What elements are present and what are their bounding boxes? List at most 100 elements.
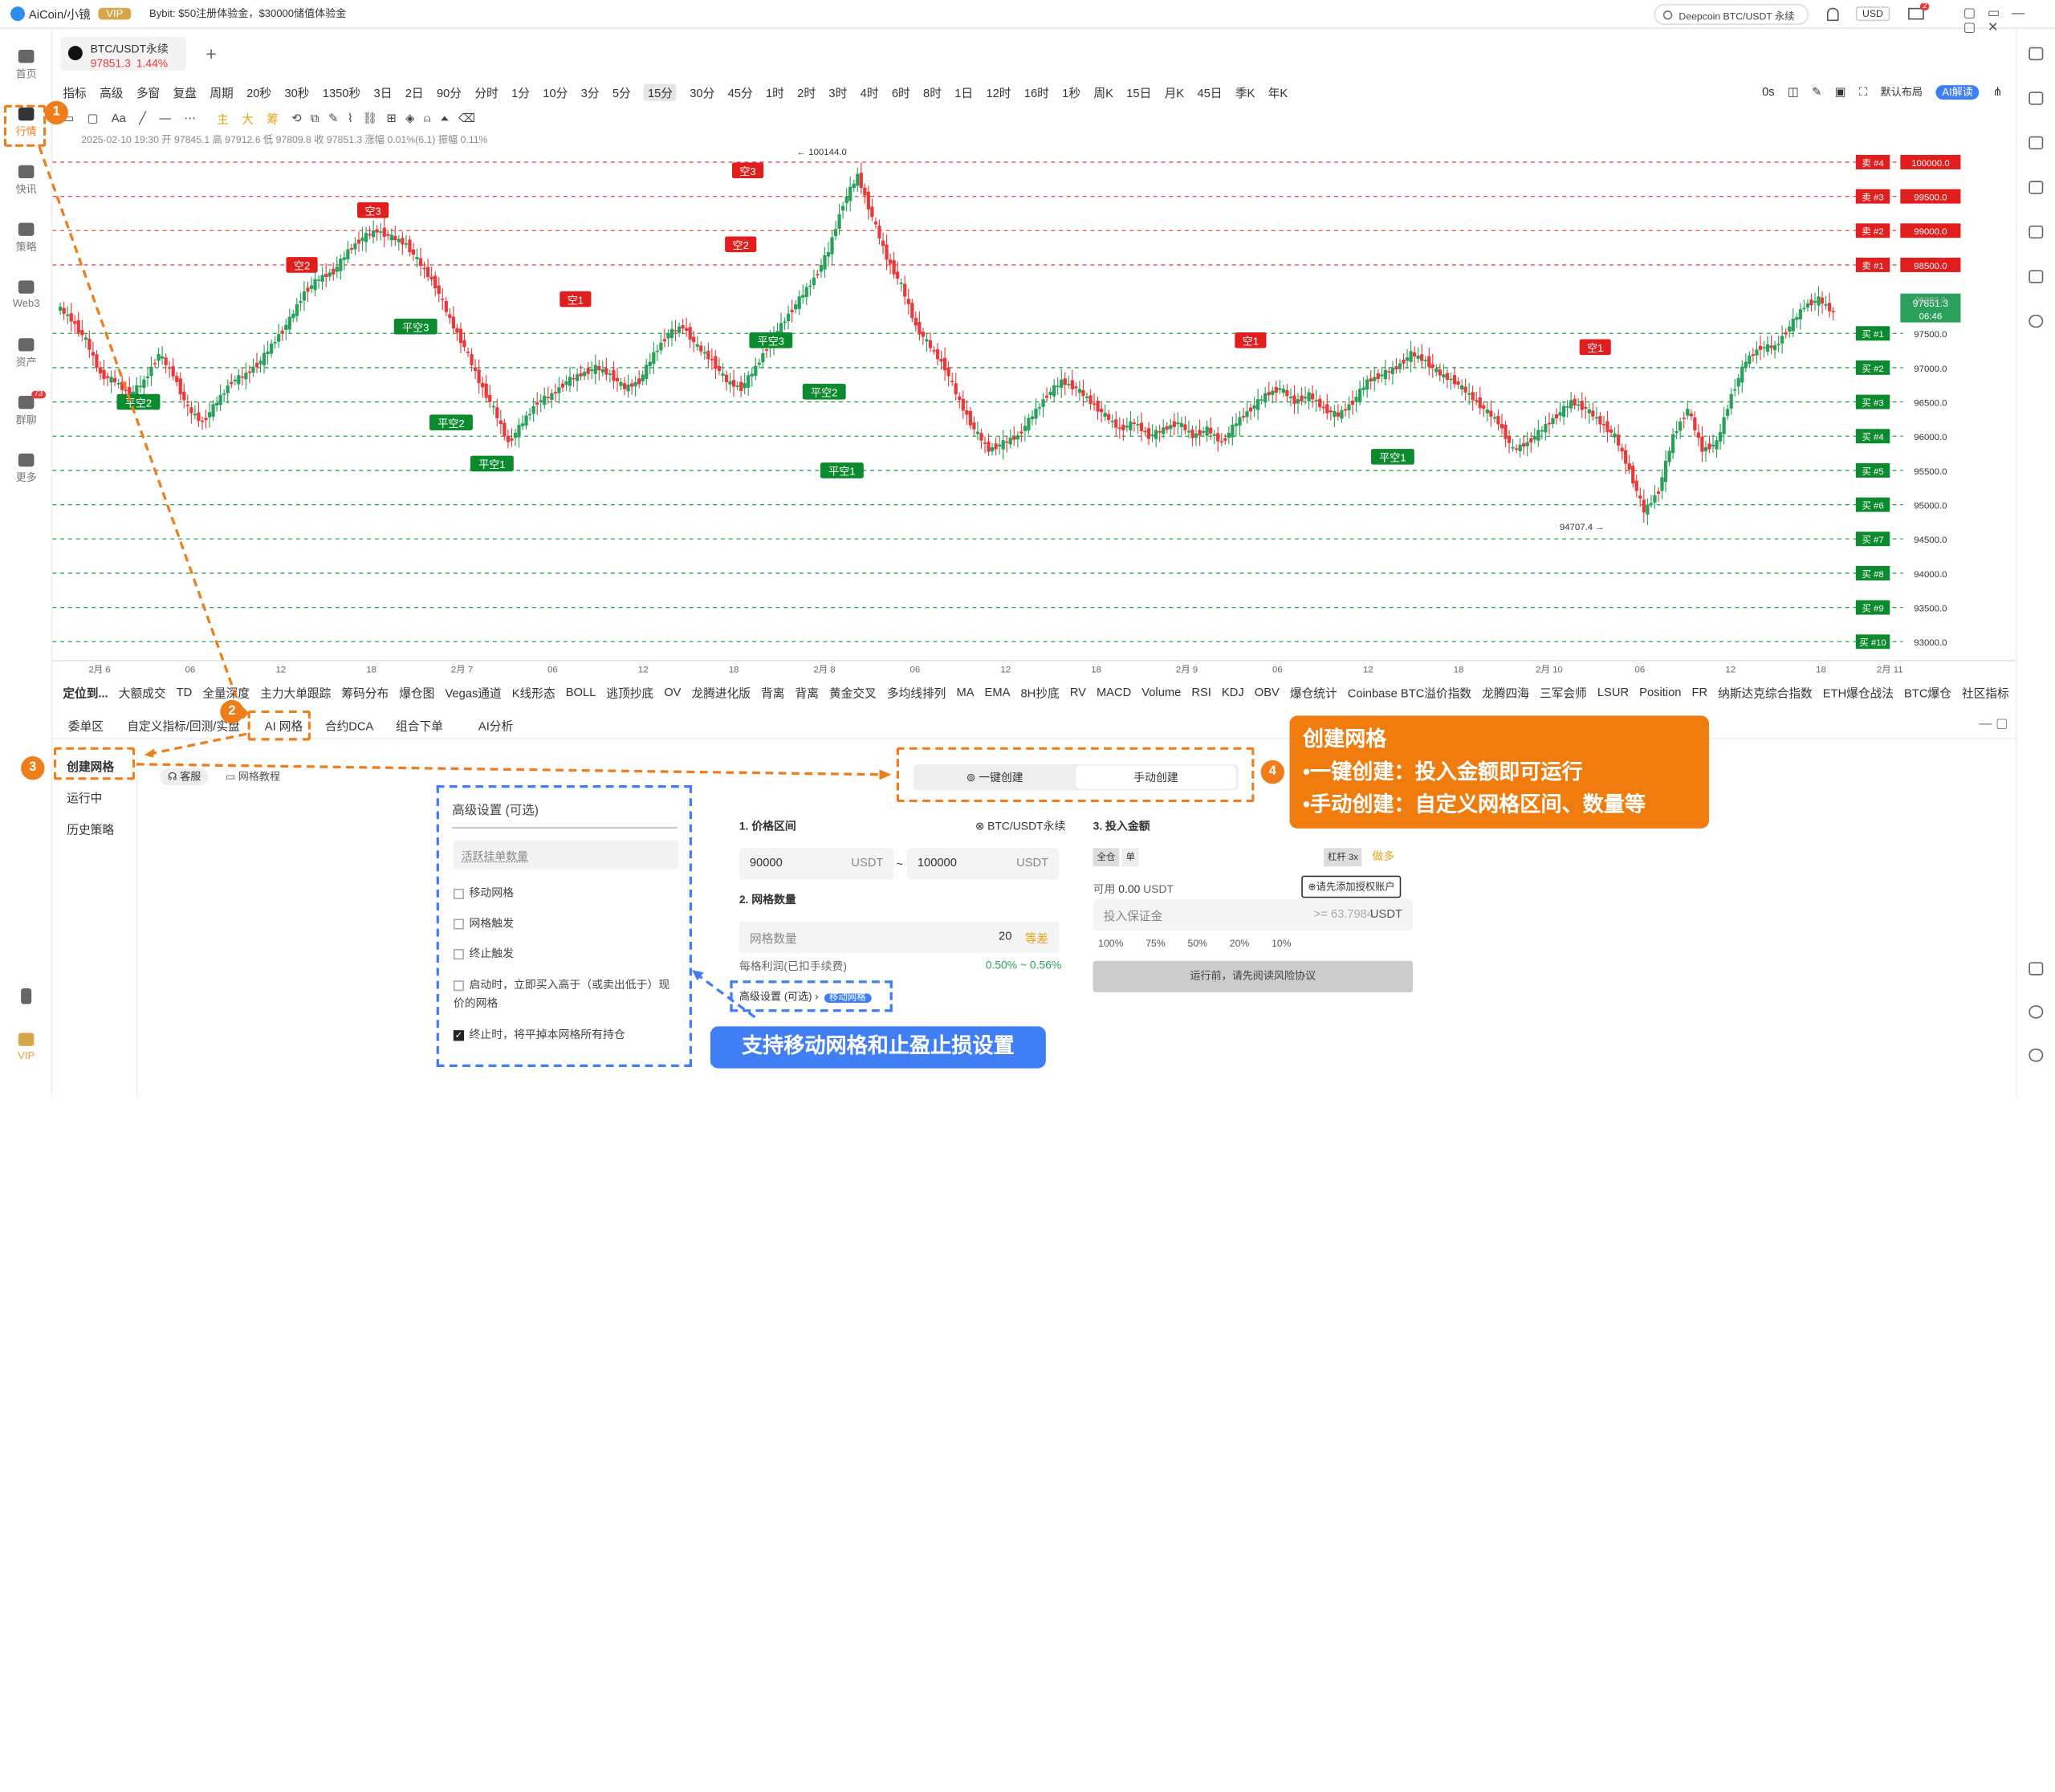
timeframe-34[interactable]: 年K bbox=[1268, 83, 1288, 100]
percent-0[interactable]: 100% bbox=[1098, 937, 1123, 949]
indicator-0[interactable]: 定位到... bbox=[63, 683, 108, 700]
price-high-input[interactable]: 100000 USDT bbox=[906, 848, 1060, 880]
opt-move-grid[interactable]: 移动网格 bbox=[453, 885, 514, 901]
grid-count-input[interactable]: 网格数量 20 等差 bbox=[739, 921, 1060, 953]
timeframe-10[interactable]: 90分 bbox=[437, 83, 462, 100]
opt-grid-trigger[interactable]: 网格触发 bbox=[453, 915, 514, 931]
candlestick-chart[interactable]: ← 100144.0 94707.4 → 平空2 空2 空3 平空3 平空2 平空1 空1 空3 空… bbox=[52, 141, 2016, 682]
timeframe-20[interactable]: 2时 bbox=[797, 83, 816, 100]
panel-tab-5[interactable]: AI分析 bbox=[478, 717, 513, 734]
opt-buy-on-start[interactable]: 启动时，立即买入高于（或卖出低于）现价的网格 bbox=[453, 975, 677, 1012]
panel-tab-4[interactable]: 组合下单 bbox=[396, 717, 443, 734]
main-chip[interactable]: 主 bbox=[217, 109, 229, 126]
big-chip[interactable]: 大 bbox=[242, 109, 254, 126]
indicator-20[interactable]: RV bbox=[1070, 686, 1086, 698]
indicator-31[interactable]: Position bbox=[1639, 686, 1681, 698]
rect-icon[interactable]: ▢ bbox=[87, 111, 99, 125]
panel-tab-3[interactable]: 合约DCA bbox=[325, 717, 373, 734]
margin-input[interactable]: 投入保证金 >= 63.7984 USDT bbox=[1093, 898, 1413, 931]
margin-single-button[interactable]: 单 bbox=[1121, 848, 1139, 867]
indicator-8[interactable]: K线形态 bbox=[512, 683, 555, 700]
timeframe-22[interactable]: 4时 bbox=[861, 83, 879, 100]
dots-icon[interactable]: ⋯ bbox=[184, 111, 196, 125]
grid-mode-select[interactable]: 等差 bbox=[1025, 930, 1048, 947]
layout-select[interactable]: 默认布局 bbox=[1881, 84, 1923, 99]
leverage-button[interactable]: 杠杆 3x bbox=[1323, 848, 1362, 867]
timeframe-21[interactable]: 3时 bbox=[828, 83, 847, 100]
share-icon[interactable]: ⋔ bbox=[1992, 84, 2002, 99]
wallet-side-icon[interactable] bbox=[2029, 270, 2044, 283]
indicator-11[interactable]: OV bbox=[664, 686, 681, 698]
expand-icon[interactable] bbox=[2029, 47, 2044, 61]
timeframe-13[interactable]: 10分 bbox=[543, 83, 568, 100]
advanced-link[interactable]: 高级设置 (可选) › 移动网格 bbox=[730, 980, 893, 1012]
percent-3[interactable]: 20% bbox=[1230, 937, 1250, 949]
stop-trigger-checkbox[interactable] bbox=[453, 948, 464, 959]
pen-icon[interactable]: ✎ bbox=[1812, 84, 1821, 99]
calc-icon[interactable] bbox=[2029, 225, 2044, 239]
indicator-1[interactable]: 大额成交 bbox=[119, 683, 166, 700]
indicator-16[interactable]: 多均线排列 bbox=[887, 683, 946, 700]
indicator-34[interactable]: ETH爆仓战法 bbox=[1823, 683, 1894, 700]
indicator-25[interactable]: OBV bbox=[1255, 686, 1280, 698]
indicator-28[interactable]: 龙腾四海 bbox=[1482, 683, 1529, 700]
indicator-3[interactable]: 全量深度 bbox=[202, 683, 250, 700]
close-on-stop-checkbox[interactable]: ✓ bbox=[453, 1029, 464, 1041]
move-grid-checkbox[interactable] bbox=[453, 888, 464, 899]
brand-name[interactable]: AiCoin/小镜 bbox=[29, 6, 91, 22]
help-icon[interactable] bbox=[2029, 1049, 2044, 1062]
timeframe-7[interactable]: 1350秒 bbox=[323, 83, 360, 100]
text-tool-icon[interactable]: Aa bbox=[112, 112, 126, 124]
margin-full-button[interactable]: 全仓 bbox=[1093, 848, 1120, 867]
timeframe-19[interactable]: 1时 bbox=[766, 83, 784, 100]
nav-strategy[interactable]: 策略 bbox=[0, 222, 52, 255]
indicator-4[interactable]: 主力大单跟踪 bbox=[260, 683, 331, 700]
nav-web3[interactable]: Web3 bbox=[0, 280, 52, 309]
timeframe-11[interactable]: 分时 bbox=[474, 83, 498, 100]
book-icon[interactable] bbox=[2029, 136, 2044, 150]
timeframe-29[interactable]: 周K bbox=[1093, 83, 1113, 100]
vip-badge[interactable]: VIP bbox=[98, 7, 132, 20]
indicator-7[interactable]: Vegas通道 bbox=[445, 683, 501, 700]
nav-more[interactable]: 更多 bbox=[0, 453, 52, 485]
chip-chip[interactable]: 筹 bbox=[267, 109, 279, 126]
percent-2[interactable]: 50% bbox=[1188, 937, 1208, 949]
timeframe-0[interactable]: 指标 bbox=[63, 83, 86, 100]
active-orders-input[interactable]: 活跃挂单数量 bbox=[453, 840, 679, 870]
window-icon[interactable]: ▣ bbox=[1835, 84, 1846, 99]
timeframe-17[interactable]: 30分 bbox=[690, 83, 714, 100]
timeframe-23[interactable]: 6时 bbox=[892, 83, 910, 100]
indicator-26[interactable]: 爆仓统计 bbox=[1290, 683, 1337, 700]
menu-history[interactable]: 历史策略 bbox=[67, 821, 114, 837]
indicator-9[interactable]: BOLL bbox=[566, 686, 596, 698]
timeframe-18[interactable]: 45分 bbox=[728, 83, 753, 100]
timeframe-6[interactable]: 30秒 bbox=[284, 83, 309, 100]
timeframe-31[interactable]: 月K bbox=[1165, 83, 1185, 100]
timeframe-5[interactable]: 20秒 bbox=[246, 83, 271, 100]
timeframe-14[interactable]: 3分 bbox=[581, 83, 600, 100]
timeframe-12[interactable]: 1分 bbox=[511, 83, 530, 100]
indicator-5[interactable]: 筹码分布 bbox=[341, 683, 389, 700]
hline-icon[interactable]: — bbox=[159, 112, 171, 124]
panel-tab-0[interactable]: 委单区 bbox=[68, 717, 104, 734]
indicator-33[interactable]: 纳斯达克综合指数 bbox=[1718, 683, 1813, 700]
nav-home[interactable]: 首页 bbox=[0, 50, 52, 81]
indicator-10[interactable]: 逃顶抄底 bbox=[606, 683, 653, 700]
fullscreen-icon[interactable]: ⛶ bbox=[1859, 84, 1867, 99]
order-icon[interactable] bbox=[2029, 314, 2044, 328]
indicator-24[interactable]: KDJ bbox=[1222, 686, 1244, 698]
indicator-15[interactable]: 黄金交叉 bbox=[829, 683, 877, 700]
timeframe-2[interactable]: 多窗 bbox=[136, 83, 160, 100]
bell-icon[interactable] bbox=[1826, 7, 1839, 22]
service-button[interactable]: ☊ 客服 bbox=[160, 768, 210, 785]
timeframe-26[interactable]: 12时 bbox=[986, 83, 1011, 100]
timeframe-25[interactable]: 1日 bbox=[954, 83, 973, 100]
percent-4[interactable]: 10% bbox=[1272, 937, 1292, 949]
run-button[interactable]: 运行前，请先阅读风险协议 bbox=[1093, 960, 1413, 992]
timeframe-4[interactable]: 周期 bbox=[210, 83, 233, 100]
indicator-14[interactable]: 背离 bbox=[796, 683, 819, 700]
layout-icon[interactable] bbox=[2029, 962, 2044, 975]
timeframe-30[interactable]: 15日 bbox=[1126, 83, 1151, 100]
indicator-35[interactable]: BTC爆仓 bbox=[1904, 683, 1951, 700]
indicator-2[interactable]: TD bbox=[177, 686, 193, 698]
